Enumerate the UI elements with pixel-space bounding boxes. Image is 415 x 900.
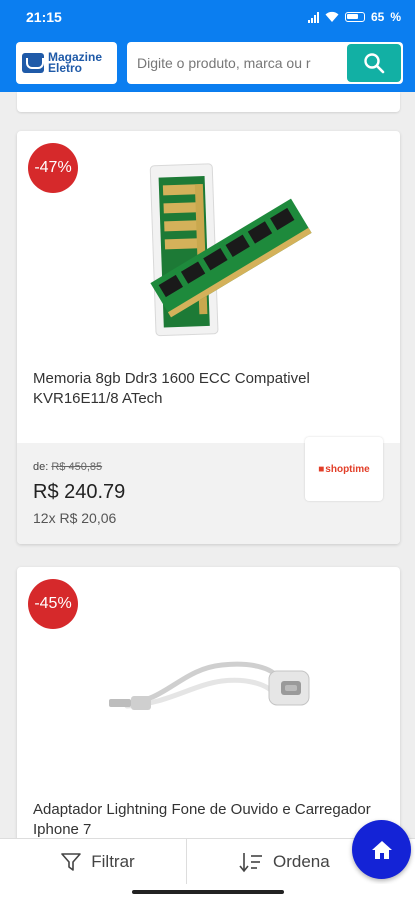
search-input[interactable] xyxy=(127,42,347,84)
store-logo-shoptime: ■ shoptime xyxy=(305,437,383,501)
system-nav-bar xyxy=(0,884,415,900)
product-card[interactable]: -47% Memoria 8gb Ddr3 1600 ECC Compative… xyxy=(17,131,400,544)
product-title[interactable]: Memoria 8gb Ddr3 1600 ECC Compativel KVR… xyxy=(33,369,383,409)
status-icons: 65% xyxy=(307,10,401,24)
product-card[interactable]: -45% Adaptador Lightning Fone de Ouvido … xyxy=(17,567,400,857)
filter-label: Filtrar xyxy=(91,851,135,871)
logo-mark-icon xyxy=(22,53,44,73)
discount-badge: -45% xyxy=(28,579,78,629)
search-button[interactable] xyxy=(347,44,401,82)
search-bar xyxy=(127,42,403,84)
old-price: de: R$ 450,85 xyxy=(33,461,102,473)
price-section: de: R$ 450,85 R$ 240.79 12x R$ 20,06 ■ s… xyxy=(17,437,400,544)
home-icon xyxy=(371,840,392,859)
signal-icon xyxy=(307,11,319,23)
wifi-icon xyxy=(325,11,339,22)
logo-text-line2: Eletro xyxy=(48,61,83,75)
filter-button[interactable]: Filtrar xyxy=(0,839,187,884)
current-price: R$ 240.79 xyxy=(33,481,126,503)
previous-product-card[interactable] xyxy=(17,92,400,112)
sort-label: Ordena xyxy=(273,851,330,871)
sort-icon xyxy=(239,852,262,872)
store-name: shoptime xyxy=(325,463,370,475)
installments: 12x R$ 20,06 xyxy=(33,510,117,526)
discount-badge: -47% xyxy=(28,143,78,193)
home-gesture-handle[interactable] xyxy=(132,890,284,894)
old-price-value: R$ 450,85 xyxy=(51,461,103,473)
product-title[interactable]: Adaptador Lightning Fone de Ouvido e Car… xyxy=(33,800,383,840)
search-icon xyxy=(364,53,385,74)
home-button[interactable] xyxy=(352,820,411,879)
store-logo[interactable]: Magazine Eletro xyxy=(16,42,117,84)
app-header: Magazine Eletro xyxy=(0,34,415,92)
filter-icon xyxy=(61,852,82,871)
battery-icon xyxy=(344,12,365,22)
status-time: 21:15 xyxy=(26,9,62,25)
old-price-prefix: de: xyxy=(33,461,49,473)
battery-level: 65 xyxy=(370,10,385,24)
status-bar: 21:15 65% xyxy=(0,0,415,34)
